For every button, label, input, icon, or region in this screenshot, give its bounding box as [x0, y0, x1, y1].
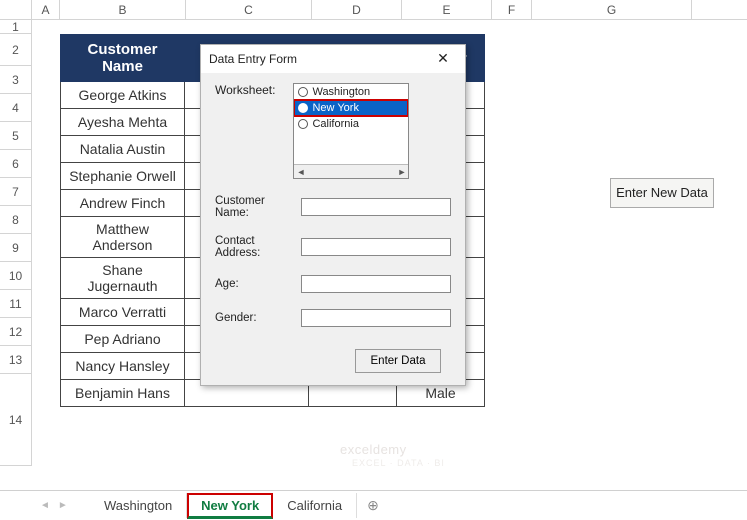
age-label: Age: — [215, 278, 293, 290]
worksheet-option-newyork[interactable]: New York — [294, 100, 408, 116]
option-label: New York — [312, 102, 358, 114]
cell-name[interactable]: Andrew Finch — [61, 190, 185, 217]
sheet-tab-washington[interactable]: Washington — [90, 493, 187, 518]
row-header-5[interactable]: 5 — [0, 122, 32, 150]
row-header-3[interactable]: 3 — [0, 66, 32, 94]
listbox-h-scrollbar[interactable]: ◄ ► — [294, 164, 408, 178]
scroll-right-icon[interactable]: ► — [398, 167, 407, 177]
cell-name[interactable]: Matthew Anderson — [61, 217, 185, 258]
tab-next-icon[interactable]: ► — [58, 500, 68, 511]
data-entry-form-dialog: Data Entry Form ✕ Worksheet: Washington … — [200, 44, 466, 386]
col-header-D[interactable]: D — [312, 0, 402, 19]
row-header-14[interactable]: 14 — [0, 374, 32, 466]
select-all-corner[interactable] — [0, 0, 32, 19]
enter-new-data-button[interactable]: Enter New Data — [610, 178, 714, 208]
cell-name[interactable]: Natalia Austin — [61, 136, 185, 163]
cell-name[interactable]: Shane Jugernauth — [61, 258, 185, 299]
worksheet-option-washington[interactable]: Washington — [294, 84, 408, 100]
radio-icon — [298, 119, 308, 129]
cell-name[interactable]: George Atkins — [61, 82, 185, 109]
tab-nav-arrows[interactable]: ◄ ► — [40, 500, 90, 511]
row-header-11[interactable]: 11 — [0, 290, 32, 318]
customer-name-label: Customer Name: — [215, 195, 293, 219]
contact-address-label: Contact Address: — [215, 235, 293, 259]
sheet-tab-california[interactable]: California — [273, 493, 357, 518]
worksheet-listbox[interactable]: Washington New York California ◄ ► — [293, 83, 409, 179]
scroll-left-icon[interactable]: ◄ — [296, 167, 305, 177]
radio-icon — [298, 103, 308, 113]
age-input[interactable] — [301, 275, 451, 293]
cell-name[interactable]: Marco Verratti — [61, 299, 185, 326]
column-headers: A B C D E F G — [0, 0, 747, 20]
col-header-G[interactable]: G — [532, 0, 692, 19]
cell-name[interactable]: Pep Adriano — [61, 326, 185, 353]
col-header-F[interactable]: F — [492, 0, 532, 19]
row-header-10[interactable]: 10 — [0, 262, 32, 290]
row-headers: 1 2 3 4 5 6 7 8 9 10 11 12 13 14 — [0, 20, 32, 466]
col-header-C[interactable]: C — [186, 0, 312, 19]
gender-input[interactable] — [301, 309, 451, 327]
cell-name[interactable]: Ayesha Mehta — [61, 109, 185, 136]
gender-label: Gender: — [215, 312, 293, 324]
row-header-13[interactable]: 13 — [0, 346, 32, 374]
radio-icon — [298, 87, 308, 97]
sheet-tab-bar: ◄ ► Washington New York California ⊕ — [0, 490, 747, 520]
watermark-subtext: EXCEL · DATA · BI — [352, 458, 445, 468]
worksheet-option-california[interactable]: California — [294, 116, 408, 132]
close-icon[interactable]: ✕ — [429, 49, 457, 69]
row-header-6[interactable]: 6 — [0, 150, 32, 178]
add-sheet-button[interactable]: ⊕ — [357, 493, 389, 518]
tab-prev-icon[interactable]: ◄ — [40, 500, 50, 511]
col-header-B[interactable]: B — [60, 0, 186, 19]
worksheet-label: Worksheet: — [215, 83, 275, 97]
option-label: Washington — [312, 86, 370, 98]
th-customer-name: Customer Name — [61, 35, 185, 82]
row-header-4[interactable]: 4 — [0, 94, 32, 122]
row-header-9[interactable]: 9 — [0, 234, 32, 262]
cell-name[interactable]: Stephanie Orwell — [61, 163, 185, 190]
cell-name[interactable]: Nancy Hansley — [61, 353, 185, 380]
option-label: California — [312, 118, 358, 130]
row-header-12[interactable]: 12 — [0, 318, 32, 346]
col-header-A[interactable]: A — [32, 0, 60, 19]
cell-name[interactable]: Benjamin Hans — [61, 380, 185, 407]
watermark-text: exceldemy — [340, 442, 407, 457]
customer-name-input[interactable] — [301, 198, 451, 216]
row-header-1[interactable]: 1 — [0, 20, 32, 34]
row-header-8[interactable]: 8 — [0, 206, 32, 234]
dialog-titlebar[interactable]: Data Entry Form ✕ — [201, 45, 465, 73]
col-header-E[interactable]: E — [402, 0, 492, 19]
row-header-2[interactable]: 2 — [0, 34, 32, 66]
contact-address-input[interactable] — [301, 238, 451, 256]
dialog-title-text: Data Entry Form — [209, 52, 297, 66]
sheet-tab-newyork[interactable]: New York — [187, 493, 273, 519]
enter-data-button[interactable]: Enter Data — [355, 349, 441, 373]
row-header-7[interactable]: 7 — [0, 178, 32, 206]
